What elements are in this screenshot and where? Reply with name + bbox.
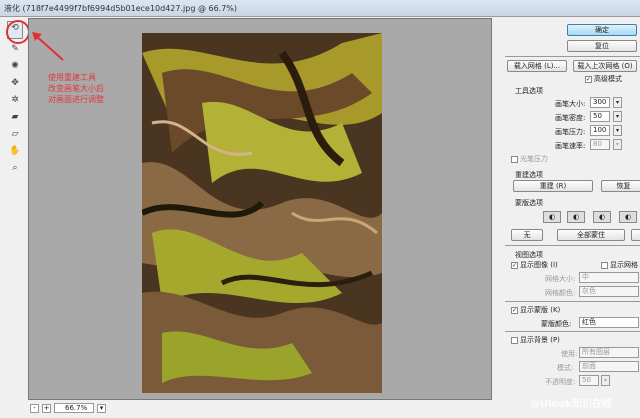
forward-warp-tool-icon[interactable]: ✎ xyxy=(7,42,23,56)
brush-rate-dropdown[interactable]: ▾ xyxy=(613,139,622,150)
load-last-mesh-button[interactable]: 载入上次网格 (O) xyxy=(573,60,637,72)
brush-rate-field[interactable]: 80 xyxy=(590,139,610,150)
pucker-tool-icon[interactable]: ✥ xyxy=(7,76,23,90)
mesh-size-label: 网格大小: xyxy=(545,275,576,283)
mesh-size-select[interactable]: 中 xyxy=(579,272,639,283)
use-label: 使用: xyxy=(561,350,578,358)
brush-density-dropdown[interactable]: ▾ xyxy=(613,111,622,122)
zoom-level-field[interactable]: 66.7% xyxy=(54,403,94,413)
view-options-heading: 视图选项 xyxy=(515,251,543,259)
subtract-from-selection-icon[interactable]: ◐ xyxy=(593,211,611,223)
mask-all-button[interactable]: 全部蒙住 xyxy=(557,229,625,241)
zoom-out-button[interactable]: - xyxy=(30,403,39,413)
mask-color-label: 蒙版颜色: xyxy=(541,320,572,328)
tool-options-heading: 工具选项 xyxy=(515,87,543,95)
opacity-dropdown[interactable]: ▾ xyxy=(601,375,610,386)
advanced-mode-checkbox[interactable]: ✓ 高级模式 xyxy=(585,74,622,84)
mask-color-select[interactable]: 红色 xyxy=(579,317,639,328)
invert-all-button[interactable] xyxy=(631,229,640,241)
zoom-tool-icon[interactable]: ⌕ xyxy=(7,161,23,175)
brush-rate-label: 画笔速率: xyxy=(555,142,586,150)
bloat-tool-icon[interactable]: ✲ xyxy=(7,93,23,107)
highlight-circle xyxy=(6,20,30,44)
brush-size-field[interactable]: 300 xyxy=(590,97,610,108)
replace-selection-icon[interactable]: ◐ xyxy=(543,211,561,223)
annotation-text: 使用重建工具 改变画笔大小后 对画面进行调整 xyxy=(48,73,104,104)
toolbar: ⟲ ✎ ✺ ✥ ✲ ▰ ▱ ✋ ⌕ xyxy=(4,18,26,400)
mask-options-heading: 蒙版选项 xyxy=(515,199,543,207)
opacity-field[interactable]: 50 xyxy=(579,375,599,386)
twirl-tool-icon[interactable]: ✺ xyxy=(7,59,23,73)
mesh-color-label: 网格颜色: xyxy=(545,289,576,297)
opacity-label: 不透明度: xyxy=(545,378,576,386)
annotation-arrow-icon xyxy=(32,32,64,61)
add-to-selection-icon[interactable]: ◐ xyxy=(567,211,585,223)
brush-size-label: 画笔大小: xyxy=(555,100,586,108)
brush-pressure-dropdown[interactable]: ▾ xyxy=(613,125,622,136)
preview-image xyxy=(142,33,382,393)
watermark: @Ulook知识在线 xyxy=(530,399,612,410)
brush-size-dropdown[interactable]: ▾ xyxy=(613,97,622,108)
load-mesh-button[interactable]: 载入网格 (L)... xyxy=(507,60,567,72)
ok-button[interactable]: 确定 xyxy=(567,24,637,36)
status-bar: - + 66.7% ▾ xyxy=(28,401,492,415)
zoom-dropdown[interactable]: ▾ xyxy=(97,403,106,413)
brush-density-field[interactable]: 50 xyxy=(590,111,610,122)
mask-none-button[interactable]: 无 xyxy=(511,229,543,241)
hand-tool-icon[interactable]: ✋ xyxy=(7,144,23,158)
reset-button[interactable]: 复位 xyxy=(567,40,637,52)
thaw-mask-tool-icon[interactable]: ▱ xyxy=(7,127,23,141)
brush-pressure-label: 画笔压力: xyxy=(555,128,586,136)
reconstruct-options-heading: 重建选项 xyxy=(515,171,543,179)
intersect-selection-icon[interactable]: ◐ xyxy=(619,211,637,223)
stylus-pressure-checkbox[interactable]: 光笔压力 xyxy=(511,154,548,164)
show-mesh-checkbox[interactable]: 显示网格 xyxy=(601,260,638,270)
window-title: 液化 (718f7e4499f7bf6994d5b01ece10d427.jpg… xyxy=(0,0,640,17)
show-mask-checkbox[interactable]: ✓ 显示蒙版 (K) xyxy=(511,305,560,315)
use-select[interactable]: 所有图层 xyxy=(579,347,639,358)
freeze-mask-tool-icon[interactable]: ▰ xyxy=(7,110,23,124)
mode-label: 模式: xyxy=(557,364,574,372)
mesh-color-select[interactable]: 灰色 xyxy=(579,286,639,297)
restore-all-button[interactable]: 恢复 xyxy=(601,180,640,192)
show-backdrop-checkbox[interactable]: 显示背景 (P) xyxy=(511,335,560,345)
options-panel: 确定 复位 载入网格 (L)... 载入上次网格 (O) ✓ 高级模式 工具选项 … xyxy=(495,18,640,418)
zoom-in-button[interactable]: + xyxy=(42,403,51,413)
reconstruct-button[interactable]: 重建 (R) xyxy=(513,180,593,192)
show-image-checkbox[interactable]: ✓ 显示图像 (I) xyxy=(511,260,558,270)
brush-density-label: 画笔密度: xyxy=(555,114,586,122)
mode-select[interactable]: 前面 xyxy=(579,361,639,372)
brush-pressure-field[interactable]: 100 xyxy=(590,125,610,136)
